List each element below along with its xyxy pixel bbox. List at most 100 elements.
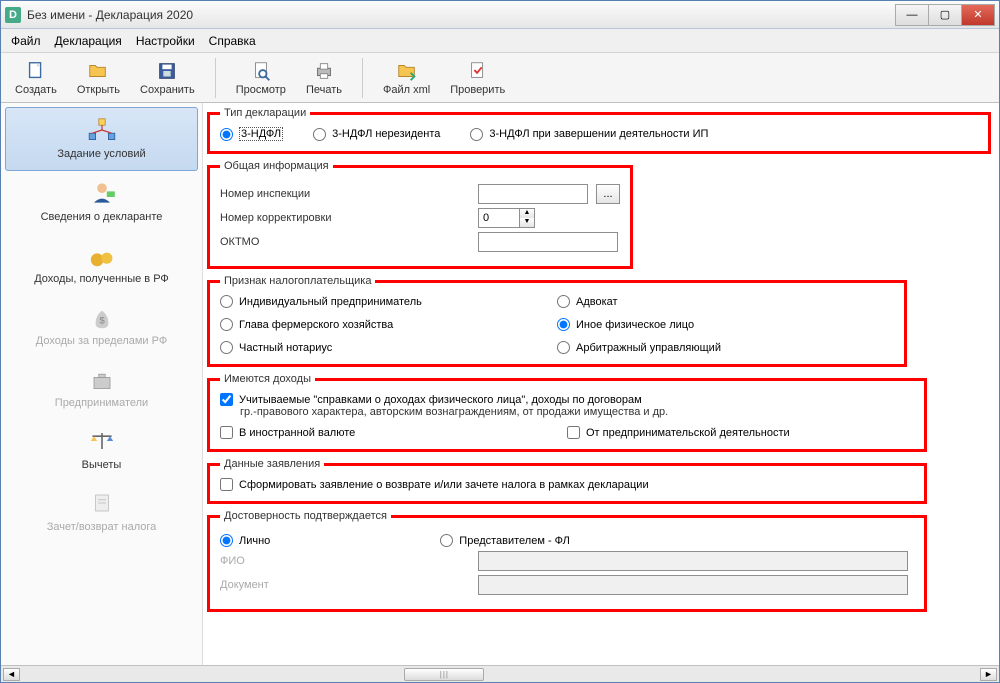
sidebar-item-conditions[interactable]: Задание условий bbox=[5, 107, 198, 171]
sidebar-label: Задание условий bbox=[57, 148, 145, 160]
content-area: Тип декларации 3-НДФЛ 3-НДФЛ нерезидента… bbox=[203, 103, 999, 665]
radio-3ndfl-label: 3-НДФЛ bbox=[239, 127, 283, 141]
correction-number-label: Номер корректировки bbox=[220, 212, 470, 224]
sidebar-item-entrepreneurs[interactable]: Предприниматели bbox=[1, 357, 202, 419]
fio-label: ФИО bbox=[220, 555, 470, 567]
radio-representative[interactable]: Представителем - ФЛ bbox=[440, 534, 570, 547]
svg-text:$: $ bbox=[99, 315, 105, 326]
fio-input bbox=[478, 551, 908, 571]
application-data-legend: Данные заявления bbox=[220, 458, 324, 470]
radio-individual-entrepreneur[interactable]: Индивидуальный предприниматель bbox=[220, 295, 557, 308]
check-foreign-currency[interactable]: В иностранной валюте bbox=[220, 426, 567, 439]
sidebar-label: Сведения о декларанте bbox=[41, 211, 163, 223]
file-xml-icon bbox=[396, 60, 418, 82]
trust-fieldset: Достоверность подтверждается Лично Предс… bbox=[207, 510, 927, 612]
toolbar-preview-label: Просмотр bbox=[236, 84, 286, 96]
inspection-number-input[interactable] bbox=[478, 184, 588, 204]
taxpayer-type-fieldset: Признак налогоплательщика Индивидуальный… bbox=[207, 275, 907, 367]
window-title: Без имени - Декларация 2020 bbox=[27, 8, 896, 22]
radio-3ndfl-ip-closure-input[interactable] bbox=[470, 128, 483, 141]
inspection-lookup-button[interactable]: ... bbox=[596, 184, 620, 204]
sidebar-label: Предприниматели bbox=[55, 397, 148, 409]
radio-3ndfl-nonresident[interactable]: 3-НДФЛ нерезидента bbox=[313, 128, 440, 141]
document-input bbox=[478, 575, 908, 595]
toolbar-create-button[interactable]: Создать bbox=[15, 60, 57, 96]
sidebar-item-income-rf[interactable]: Доходы, полученные в РФ bbox=[1, 233, 202, 295]
app-icon: D bbox=[5, 7, 21, 23]
toolbar-open-label: Открыть bbox=[77, 84, 120, 96]
preview-icon bbox=[250, 60, 272, 82]
close-button[interactable]: ✕ bbox=[961, 4, 995, 26]
scroll-thumb[interactable]: ||| bbox=[404, 668, 484, 681]
toolbar-save-button[interactable]: Сохранить bbox=[140, 60, 195, 96]
check-form-refund-application[interactable]: Сформировать заявление о возврате и/или … bbox=[220, 478, 914, 491]
toolbar-open-button[interactable]: Открыть bbox=[77, 60, 120, 96]
new-file-icon bbox=[25, 60, 47, 82]
briefcase-icon bbox=[86, 365, 118, 393]
sidebar-item-refund[interactable]: Зачет/возврат налога bbox=[1, 481, 202, 543]
toolbar-separator bbox=[362, 58, 363, 98]
sidebar-label: Зачет/возврат налога bbox=[47, 521, 157, 533]
scroll-right-button[interactable]: ► bbox=[980, 668, 997, 681]
radio-personal[interactable]: Лично bbox=[220, 534, 270, 547]
radio-3ndfl[interactable]: 3-НДФЛ bbox=[220, 127, 283, 141]
scroll-left-button[interactable]: ◄ bbox=[3, 668, 20, 681]
sidebar-item-declarant[interactable]: Сведения о декларанте bbox=[1, 171, 202, 233]
toolbar-filexml-button[interactable]: Файл xml bbox=[383, 60, 430, 96]
spinner-up-button[interactable]: ▲ bbox=[520, 209, 534, 218]
toolbar-check-button[interactable]: Проверить bbox=[450, 60, 505, 96]
radio-lawyer[interactable]: Адвокат bbox=[557, 295, 894, 308]
declaration-type-fieldset: Тип декларации 3-НДФЛ 3-НДФЛ нерезидента… bbox=[207, 107, 991, 154]
scroll-track[interactable]: ||| bbox=[22, 668, 978, 681]
toolbar-print-label: Печать bbox=[306, 84, 342, 96]
radio-notary[interactable]: Частный нотариус bbox=[220, 341, 557, 354]
titlebar: D Без имени - Декларация 2020 — ▢ ✕ bbox=[1, 1, 999, 29]
oktmo-input[interactable] bbox=[478, 232, 618, 252]
toolbar-separator bbox=[215, 58, 216, 98]
toolbar: Создать Открыть Сохранить Просмотр Печат… bbox=[1, 53, 999, 103]
sidebar-item-deductions[interactable]: Вычеты bbox=[1, 419, 202, 481]
radio-label: 3-НДФЛ при завершении деятельности ИП bbox=[489, 128, 708, 140]
radio-label: 3-НДФЛ нерезидента bbox=[332, 128, 440, 140]
printer-icon bbox=[313, 60, 335, 82]
radio-3ndfl-input[interactable] bbox=[220, 128, 233, 141]
taxpayer-type-legend: Признак налогоплательщика bbox=[220, 275, 375, 287]
check-income-forms[interactable]: Учитываемые "справками о доходах физичес… bbox=[220, 393, 914, 406]
correction-number-spinner[interactable]: ▲ ▼ bbox=[478, 208, 535, 228]
toolbar-preview-button[interactable]: Просмотр bbox=[236, 60, 286, 96]
minimize-button[interactable]: — bbox=[895, 4, 929, 26]
radio-other-individual[interactable]: Иное физическое лицо bbox=[557, 318, 894, 331]
radio-3ndfl-nonresident-input[interactable] bbox=[313, 128, 326, 141]
correction-number-input[interactable] bbox=[478, 208, 520, 228]
sidebar-label: Доходы за пределами РФ bbox=[36, 335, 167, 347]
menubar: Файл Декларация Настройки Справка bbox=[1, 29, 999, 53]
application-data-fieldset: Данные заявления Сформировать заявление … bbox=[207, 458, 927, 504]
check-income-forms-sub: гр.-правового характера, авторским возна… bbox=[240, 406, 914, 418]
toolbar-create-label: Создать bbox=[15, 84, 57, 96]
income-types-fieldset: Имеются доходы Учитываемые "справками о … bbox=[207, 373, 927, 452]
horizontal-scrollbar[interactable]: ◄ ||| ► bbox=[1, 665, 999, 682]
radio-3ndfl-ip-closure[interactable]: 3-НДФЛ при завершении деятельности ИП bbox=[470, 128, 708, 141]
check-icon bbox=[467, 60, 489, 82]
money-bag-gray-icon: $ bbox=[86, 303, 118, 331]
trust-legend: Достоверность подтверждается bbox=[220, 510, 391, 522]
menu-declaration[interactable]: Декларация bbox=[55, 34, 122, 48]
check-entrepreneur-income[interactable]: От предпринимательской деятельности bbox=[567, 426, 914, 439]
radio-arbiter[interactable]: Арбитражный управляющий bbox=[557, 341, 894, 354]
folder-open-icon bbox=[87, 60, 109, 82]
radio-farmer[interactable]: Глава фермерского хозяйства bbox=[220, 318, 557, 331]
toolbar-print-button[interactable]: Печать bbox=[306, 60, 342, 96]
menu-settings[interactable]: Настройки bbox=[136, 34, 195, 48]
conditions-icon bbox=[86, 116, 118, 144]
scales-icon bbox=[86, 427, 118, 455]
maximize-button[interactable]: ▢ bbox=[928, 4, 962, 26]
menu-file[interactable]: Файл bbox=[11, 34, 41, 48]
menu-help[interactable]: Справка bbox=[209, 34, 256, 48]
sidebar-item-income-abroad[interactable]: $ Доходы за пределами РФ bbox=[1, 295, 202, 357]
toolbar-filexml-label: Файл xml bbox=[383, 84, 430, 96]
money-bags-icon bbox=[86, 241, 118, 269]
general-info-fieldset: Общая информация Номер инспекции ... Ном… bbox=[207, 160, 633, 269]
sidebar-label: Доходы, полученные в РФ bbox=[34, 273, 169, 285]
spinner-down-button[interactable]: ▼ bbox=[520, 218, 534, 227]
sidebar-label: Вычеты bbox=[82, 459, 122, 471]
